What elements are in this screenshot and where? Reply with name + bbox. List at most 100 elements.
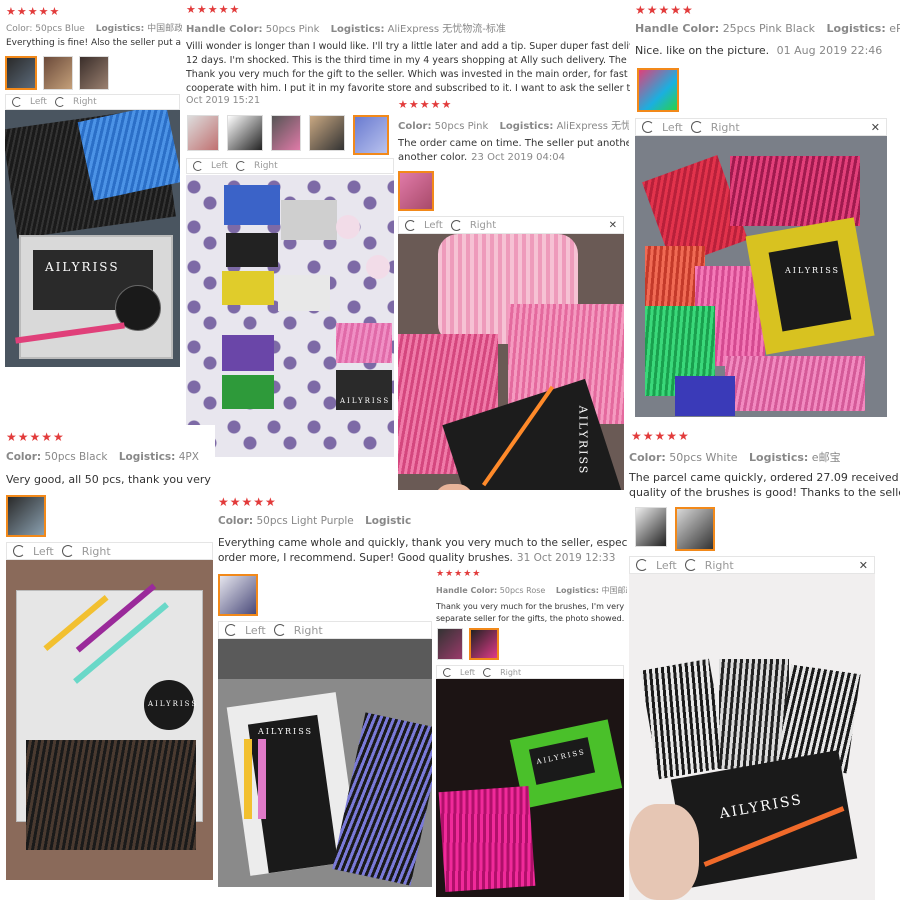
rotate-left-icon[interactable] (193, 161, 203, 171)
product-brand-label: AILYRISS (785, 266, 841, 275)
review-card-pink: ★★★★★ Color: 50pcs Pink Logistics: AliEx… (395, 95, 629, 535)
rotate-right-label[interactable]: Right (470, 220, 496, 231)
image-nav-bar: Left Right (436, 665, 624, 679)
review-thumbnail[interactable] (5, 56, 37, 90)
review-text: Nice. like on the picture. 01 Aug 2019 2… (635, 44, 883, 57)
review-thumbnail[interactable] (6, 495, 46, 537)
review-thumbnail[interactable] (309, 115, 345, 151)
rating-stars: ★★★★★ (6, 430, 65, 444)
image-nav-bar: Left Right (5, 94, 180, 110)
close-icon[interactable]: ✕ (871, 121, 880, 134)
review-meta: Color: 50pcs Black Logistics: 4PX (6, 451, 199, 463)
review-photo: AILYRISS (635, 136, 887, 417)
review-photo: AILYRISS (186, 175, 394, 457)
review-card-blue: ★★★★★ Color: 50pcs Blue Logistics: 中国邮政平… (0, 0, 182, 370)
review-thumbnail[interactable] (43, 56, 73, 90)
review-thumbnail[interactable] (271, 115, 301, 151)
review-card-pink-black: ★★★★★ Handle Color: 25pcs Pink Black Log… (631, 0, 900, 425)
review-date: 31 Oct 2019 12:33 (516, 552, 616, 564)
review-thumbnail[interactable] (353, 115, 389, 155)
rating-stars: ★★★★★ (398, 98, 453, 111)
rotate-right-label[interactable]: Right (82, 545, 111, 558)
rotate-right-icon[interactable] (235, 161, 246, 171)
review-meta: Color: 50pcs Light Purple Logistic (218, 515, 412, 527)
review-date: 01 Aug 2019 22:46 (776, 44, 883, 57)
image-nav-bar: Left Right (6, 542, 213, 560)
rating-stars: ★★★★★ (436, 569, 482, 579)
product-brand-label: AILYRISS (340, 397, 391, 405)
review-thumbnail[interactable] (227, 115, 263, 151)
rotate-left-icon[interactable] (443, 667, 452, 677)
review-text: The order came on time. The seller put a… (398, 138, 629, 163)
rating-stars: ★★★★★ (218, 495, 277, 509)
thumbnail-strip (5, 56, 109, 90)
review-photo: AILYRISS (6, 560, 213, 880)
rotate-right-label[interactable]: Right (73, 97, 97, 107)
product-brand-label: AILYRISS (148, 700, 199, 708)
thumbnail-strip (437, 628, 499, 660)
product-brand-label: AILYRISS (258, 727, 314, 736)
review-meta: Color: 50pcs White Logistics: e邮宝 (629, 451, 841, 464)
review-thumbnail[interactable] (79, 56, 109, 90)
rotate-right-icon[interactable] (483, 667, 493, 677)
review-thumbnail[interactable] (469, 628, 499, 660)
review-thumbnail[interactable] (675, 507, 715, 551)
thumbnail-strip (635, 507, 715, 551)
rotate-right-icon[interactable] (684, 559, 697, 571)
review-photo: AILYRISS (218, 639, 432, 887)
image-nav-bar: Left Right ✕ (629, 556, 875, 574)
review-date: Oct 2019 15:21 (186, 95, 261, 106)
review-thumbnail[interactable] (398, 171, 434, 211)
image-nav-bar: Left Right ✕ (398, 216, 624, 234)
rating-stars: ★★★★★ (635, 3, 694, 17)
close-icon[interactable]: ✕ (859, 559, 868, 572)
rotate-left-label[interactable]: Left (460, 668, 475, 677)
rotate-left-icon[interactable] (642, 121, 654, 133)
rotate-right-label[interactable]: Right (705, 559, 734, 572)
review-photo: AILYRISS (629, 574, 875, 900)
rotate-left-label[interactable]: Left (662, 121, 683, 134)
review-thumbnail[interactable] (218, 574, 258, 616)
thumbnail-strip (6, 495, 46, 537)
rotate-right-icon[interactable] (690, 121, 703, 133)
review-card-white: ★★★★★ Color: 50pcs White Logistics: e邮宝 … (627, 425, 900, 900)
rotate-left-label[interactable]: Left (30, 97, 47, 107)
review-photo: AILYRISS (398, 234, 624, 534)
rotate-right-label[interactable]: Right (500, 668, 521, 677)
review-thumbnail[interactable] (635, 507, 667, 547)
rotate-left-label[interactable]: Left (424, 220, 443, 231)
rotate-left-icon[interactable] (636, 559, 648, 571)
rotate-left-icon[interactable] (13, 545, 25, 557)
image-nav-bar: Left Right (218, 621, 432, 639)
rotate-right-icon[interactable] (61, 545, 74, 557)
review-thumbnail[interactable] (187, 115, 219, 151)
image-nav-bar: Left Right ✕ (635, 118, 887, 136)
rotate-right-label[interactable]: Right (254, 161, 278, 171)
review-meta: Handle Color: 50pcs Pink Logistics: AliE… (186, 24, 506, 35)
review-text: Thank you very much for the brushes, I'm… (436, 602, 630, 623)
review-meta: Handle Color: 50pcs Rose Logistics: 中国邮政… (436, 586, 630, 595)
review-card-black: ★★★★★ Color: 50pcs Black Logistics: 4PX … (0, 425, 215, 900)
review-thumbnail[interactable] (437, 628, 463, 660)
rotate-left-icon[interactable] (225, 624, 237, 636)
rotate-left-label[interactable]: Left (211, 161, 228, 171)
thumbnail-strip (398, 171, 434, 211)
rotate-left-icon[interactable] (405, 219, 416, 231)
rotate-right-label[interactable]: Right (294, 624, 323, 637)
product-brand-label: AILYRISS (45, 260, 120, 274)
thumbnail-strip (637, 68, 679, 112)
rotate-left-label[interactable]: Left (33, 545, 54, 558)
rotate-left-label[interactable]: Left (245, 624, 266, 637)
rotate-left-label[interactable]: Left (656, 559, 677, 572)
rotate-left-icon[interactable] (12, 97, 22, 107)
rotate-right-icon[interactable] (54, 97, 65, 107)
rotate-right-label[interactable]: Right (711, 121, 740, 134)
rating-stars: ★★★★★ (6, 5, 61, 18)
product-brand-label: AILYRISS (576, 405, 590, 476)
rotate-right-icon[interactable] (273, 624, 286, 636)
rating-stars: ★★★★★ (631, 429, 690, 443)
close-icon[interactable]: ✕ (609, 220, 617, 231)
rotate-right-icon[interactable] (450, 219, 462, 231)
review-thumbnail[interactable] (637, 68, 679, 112)
image-nav-bar: Left Right (186, 158, 394, 174)
